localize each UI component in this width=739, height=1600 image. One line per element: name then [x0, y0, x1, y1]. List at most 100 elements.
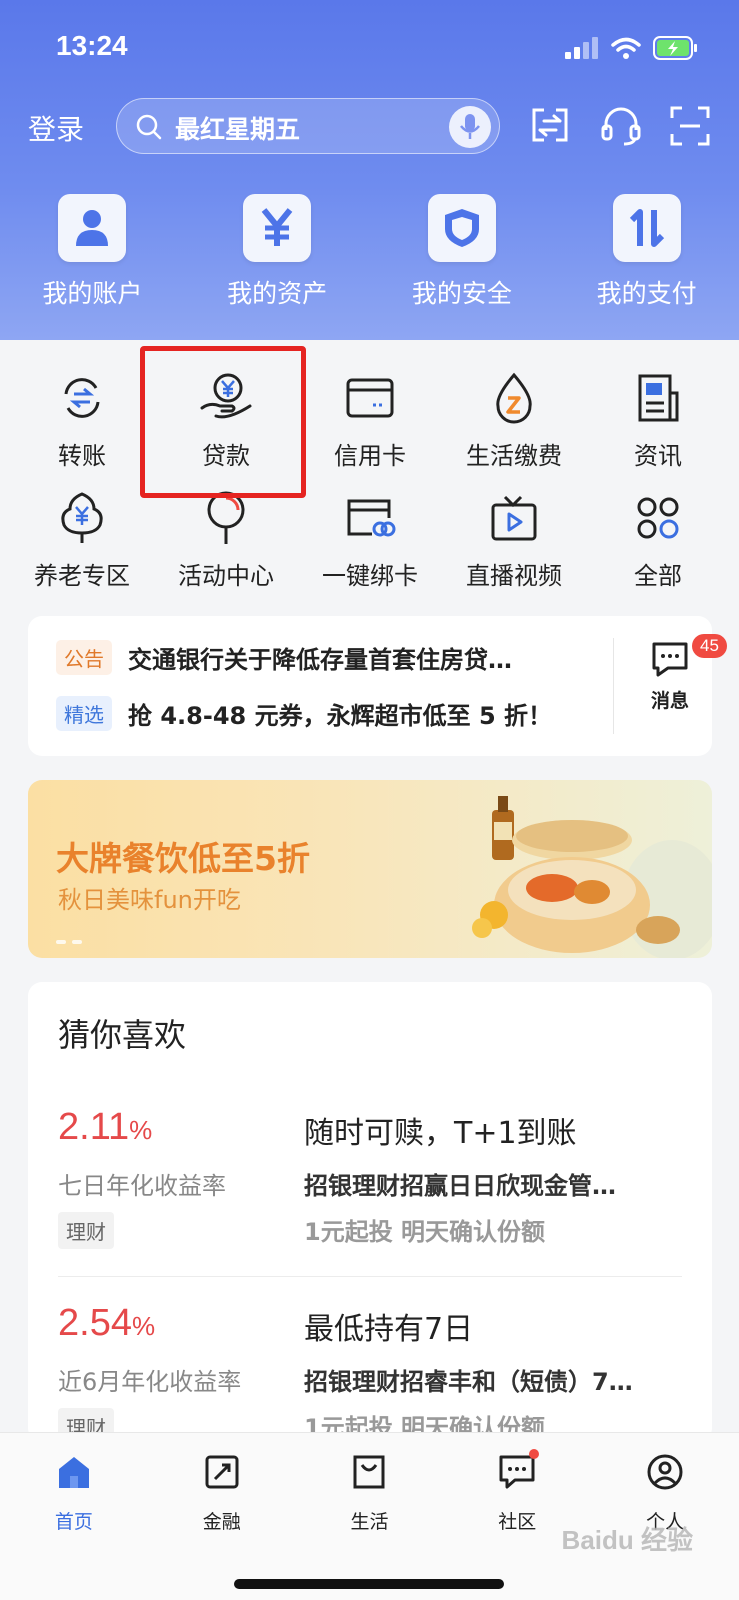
- status-bar: 13:24: [56, 30, 699, 70]
- notice-card: 公告 交通银行关于降低存量首套住房贷… 精选 抢 4.8-48 元券，永辉超市低…: [28, 616, 727, 756]
- product-rate: 2.11%: [58, 1106, 152, 1149]
- balloon-icon: [207, 491, 245, 544]
- battery-icon: [653, 36, 697, 60]
- divider: [58, 1276, 682, 1277]
- service-label: 生活缴费: [466, 442, 562, 470]
- nav-my-payment[interactable]: 我的支付: [554, 194, 739, 310]
- rate-unit: %: [131, 1311, 156, 1341]
- service-utilities[interactable]: 生活缴费: [442, 370, 586, 490]
- message-button[interactable]: 45 消息: [628, 634, 727, 713]
- notice-featured[interactable]: 精选 抢 4.8-48 元券，永辉超市低至 5 折！: [56, 696, 552, 731]
- product-headline: 随时可赎，T+1到账: [304, 1116, 577, 1151]
- signal-icon: [565, 37, 598, 59]
- featured-text: 抢 4.8-48 元券，永辉超市低至 5 折！: [128, 702, 552, 730]
- status-time: 13:24: [56, 30, 128, 61]
- notice-announcement[interactable]: 公告 交通银行关于降低存量首套住房贷…: [56, 640, 512, 675]
- service-activity[interactable]: 活动中心: [154, 490, 298, 610]
- quick-nav: 我的账户 我的资产 我的安全 我的支付: [0, 194, 739, 310]
- nav-my-security[interactable]: 我的安全: [370, 194, 555, 310]
- service-label: 信用卡: [334, 442, 406, 470]
- banner-pagination: [56, 940, 82, 944]
- product-name: 招银理财招赢日日欣现金管…: [304, 1172, 616, 1200]
- product-headline: 最低持有7日: [304, 1312, 474, 1347]
- home-indicator: [234, 1579, 504, 1589]
- announcement-tag: 公告: [56, 640, 112, 675]
- notification-dot: [529, 1449, 540, 1459]
- tab-home[interactable]: 首页: [0, 1449, 148, 1534]
- tv-icon: [491, 495, 537, 541]
- nav-label: 我的资产: [227, 279, 328, 308]
- banner-subtitle: 秋日美味fun开吃: [58, 886, 241, 914]
- tab-label: 金融: [202, 1511, 241, 1533]
- service-label: 直播视频: [466, 562, 562, 590]
- service-label: 全部: [634, 562, 682, 590]
- bottom-tab-bar: 首页 金融 生活 社区 个人: [0, 1432, 739, 1600]
- microphone-icon: [460, 114, 480, 139]
- message-count-badge: 45: [692, 634, 727, 658]
- service-label: 转账: [58, 442, 106, 470]
- rate-value: 2.11: [58, 1106, 130, 1148]
- rate-label: 近6月年化收益率: [58, 1368, 242, 1396]
- rate-unit: %: [129, 1115, 153, 1145]
- category-tag: 理财: [58, 1212, 114, 1249]
- chat-icon: [499, 1455, 535, 1489]
- announcement-text: 交通银行关于降低存量首套住房贷…: [128, 646, 512, 674]
- service-credit-card[interactable]: 信用卡: [298, 370, 442, 490]
- tab-label: 生活: [350, 1511, 389, 1533]
- service-label: 资讯: [634, 442, 682, 470]
- service-label: 活动中心: [178, 562, 274, 590]
- nav-my-assets[interactable]: 我的资产: [185, 194, 370, 310]
- nav-label: 我的账户: [42, 279, 143, 308]
- switch-icon[interactable]: [530, 106, 570, 146]
- rate-value: 2.54: [58, 1302, 132, 1344]
- divider: [613, 638, 614, 734]
- bag-icon: [353, 1455, 385, 1489]
- credit-card-icon: [346, 378, 394, 418]
- nav-label: 我的安全: [411, 279, 512, 308]
- yen-icon: [261, 208, 293, 246]
- promo-banner[interactable]: 大牌餐饮低至5折 秋日美味fun开吃: [28, 780, 712, 958]
- voice-search-button[interactable]: [449, 106, 491, 148]
- watermark: Baidu 经验: [561, 1525, 693, 1555]
- user-icon: [647, 1454, 683, 1490]
- service-pension[interactable]: 养老专区: [10, 490, 154, 610]
- scan-icon[interactable]: [670, 106, 710, 146]
- drop-icon: [496, 372, 532, 424]
- tab-finance[interactable]: 金融: [148, 1449, 296, 1534]
- message-icon: [652, 642, 688, 677]
- nav-label: 我的支付: [596, 279, 697, 308]
- product-name: 招银理财招睿丰和（短债）7…: [304, 1368, 633, 1396]
- finance-icon: [205, 1455, 239, 1489]
- message-label: 消息: [650, 690, 689, 712]
- tree-icon: [61, 492, 103, 543]
- service-news[interactable]: 资讯: [586, 370, 730, 490]
- shield-icon: [444, 209, 479, 247]
- search-icon: [136, 114, 162, 140]
- headset-icon[interactable]: [600, 106, 642, 146]
- transfer-icon: [64, 378, 100, 418]
- product-meta: 1元起投 明天确认份额: [304, 1218, 546, 1246]
- recommend-section: 猜你喜欢 2.11% 七日年化收益率 理财 随时可赎，T+1到账 招银理财招赢日…: [28, 982, 712, 1442]
- banner-title: 大牌餐饮低至5折: [56, 839, 310, 878]
- tab-label: 首页: [54, 1511, 93, 1533]
- recommend-title: 猜你喜欢: [58, 1016, 187, 1054]
- service-label: 养老专区: [34, 562, 130, 590]
- home-icon: [58, 1457, 89, 1488]
- nav-my-account[interactable]: 我的账户: [0, 194, 185, 310]
- service-grid: 转账 贷款 信用卡 生活缴费 资讯 养老专区 活动中心 一键绑卡 直播视频 全部: [10, 370, 730, 610]
- product-rate: 2.54%: [58, 1302, 155, 1345]
- service-all[interactable]: 全部: [586, 490, 730, 610]
- service-transfer[interactable]: 转账: [10, 370, 154, 490]
- login-button[interactable]: 登录: [28, 108, 84, 148]
- wifi-icon: [611, 37, 641, 59]
- grid-icon: [637, 497, 679, 539]
- service-bind-card[interactable]: 一键绑卡: [298, 490, 442, 610]
- rate-label: 七日年化收益率: [58, 1172, 226, 1200]
- food-illustration: [472, 796, 712, 958]
- search-query: 最红星期五: [175, 115, 301, 144]
- tab-life[interactable]: 生活: [296, 1449, 444, 1534]
- search-bar[interactable]: 最红星期五: [116, 98, 500, 154]
- card-link-icon: [347, 499, 396, 537]
- service-live-video[interactable]: 直播视频: [442, 490, 586, 610]
- transfer-arrows-icon: [629, 209, 664, 247]
